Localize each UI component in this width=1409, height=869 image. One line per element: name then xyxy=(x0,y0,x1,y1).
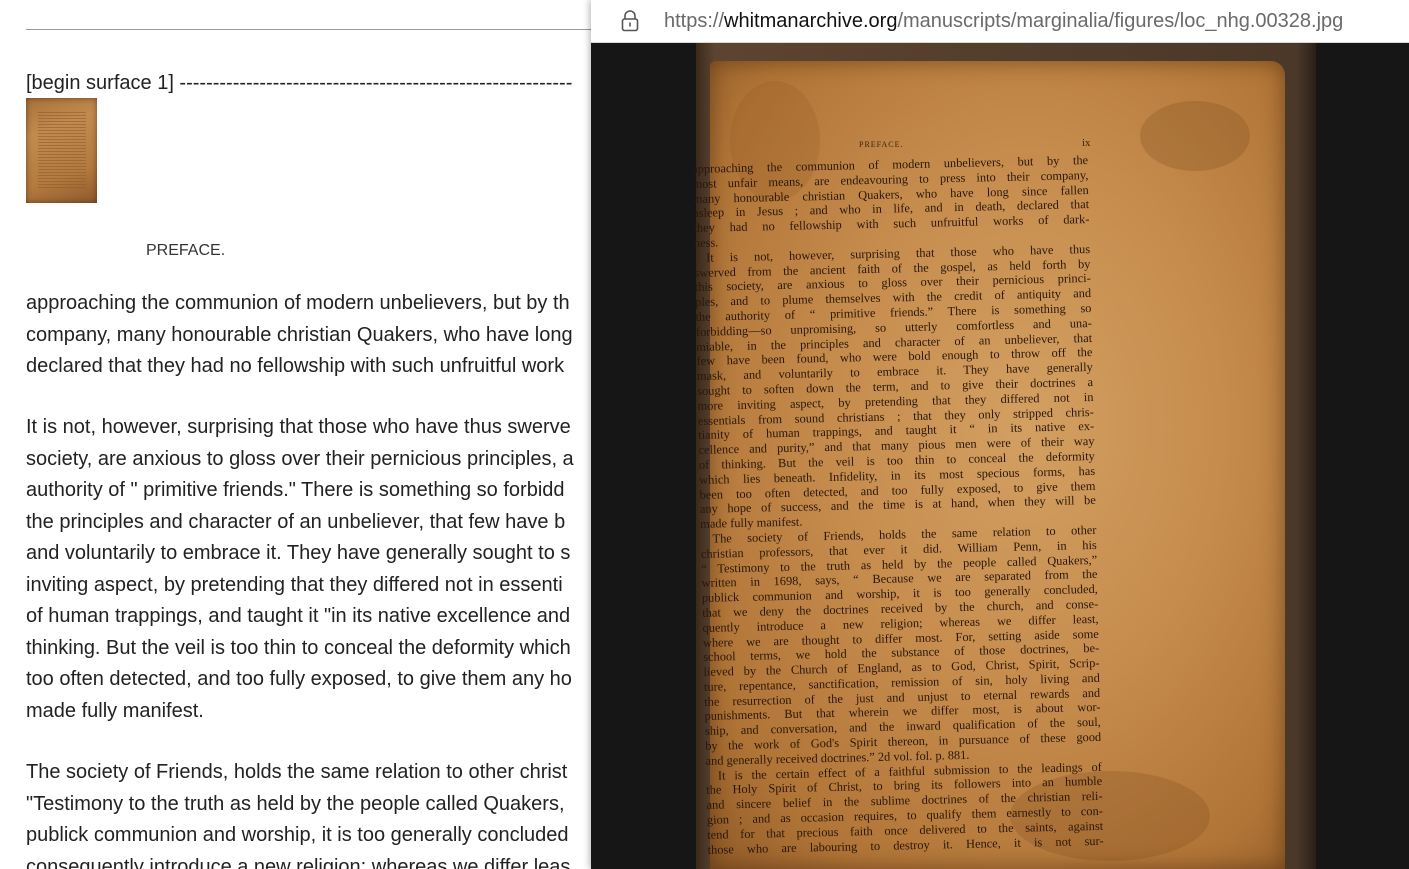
transcript-line: The society of Friends, holds the same r… xyxy=(26,761,568,783)
transcript-line: inviting aspect, by pretending that they… xyxy=(26,573,563,596)
transcript-line: made fully manifest. xyxy=(26,699,204,722)
image-viewer-window: https://whitmanarchive.org/manuscripts/m… xyxy=(591,0,1409,869)
surface-label: [begin surface 1] ----------------------… xyxy=(26,72,573,94)
transcript-line: the principles and character of an unbel… xyxy=(26,510,566,533)
transcript-paragraph: approaching the communion of modern unbe… xyxy=(26,288,573,383)
transcript-line: It is not, however, surprising that thos… xyxy=(26,416,571,438)
transcript-line: consequently introduce a new religion; w… xyxy=(26,855,571,869)
transcript-line: approaching the communion of modern unbe… xyxy=(26,292,570,314)
transcript-line: thinking. But the veil is too thin to co… xyxy=(26,636,571,659)
transcript-line: society, are anxious to gloss over their… xyxy=(26,447,574,470)
transcript-line: company, many honourable christian Quake… xyxy=(26,323,573,346)
manuscript-image: PREFACE. ix approaching the communion of… xyxy=(591,43,1409,869)
transcript-paragraph: It is not, however, surprising that thos… xyxy=(26,412,574,727)
page-number: ix xyxy=(1082,137,1091,149)
address-bar[interactable]: https://whitmanarchive.org/manuscripts/m… xyxy=(591,0,1409,43)
transcript-line: "Testimony to the truth as held by the p… xyxy=(26,792,565,815)
transcript-paragraph: The society of Friends, holds the same r… xyxy=(26,757,570,869)
horizontal-rule xyxy=(26,29,626,30)
transcript-line: authority of " primitive friends." There… xyxy=(26,479,565,501)
transcript-line: of human trappings, and taught it "in it… xyxy=(26,605,571,627)
running-head: PREFACE. xyxy=(859,140,904,149)
lock-icon[interactable] xyxy=(620,10,640,32)
url-text[interactable]: https://whitmanarchive.org/manuscripts/m… xyxy=(664,10,1343,33)
transcript-line: declared that they had no fellowship wit… xyxy=(26,355,565,377)
preface-heading: PREFACE. xyxy=(146,242,226,259)
transcript-line: and voluntarily to embrace it. They have… xyxy=(26,542,571,564)
page-thumbnail[interactable] xyxy=(26,98,97,203)
transcript-line: publick communion and worship, it is too… xyxy=(26,824,569,846)
transcript-line: too often detected, and too fully expose… xyxy=(26,668,572,690)
scanned-text: approaching the communion of modern unbe… xyxy=(692,153,1104,857)
